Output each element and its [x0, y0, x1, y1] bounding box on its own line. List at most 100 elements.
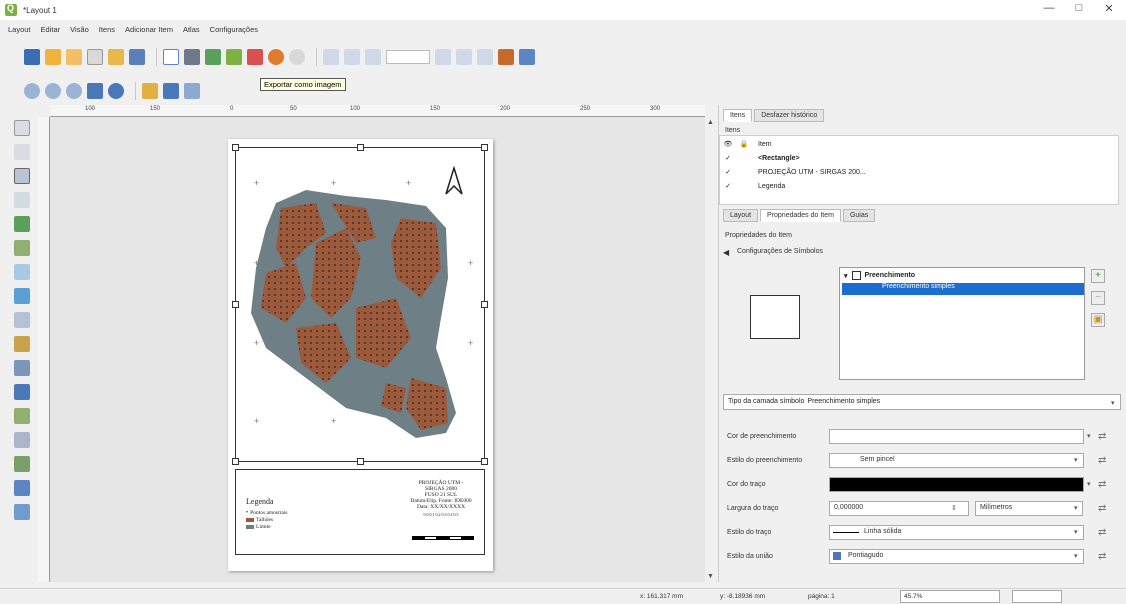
- stroke-color-button[interactable]: [829, 476, 1084, 492]
- add-map-icon[interactable]: [14, 240, 30, 256]
- scroll-down-icon[interactable]: ▼: [707, 573, 714, 580]
- add-node-item-icon[interactable]: [14, 432, 30, 448]
- stroke-unit-select[interactable]: Milímetros: [975, 500, 1083, 516]
- visibility-checkbox[interactable]: ✓: [720, 168, 736, 176]
- selection-handle[interactable]: [232, 144, 239, 151]
- chevron-down-icon[interactable]: ▾: [1074, 456, 1078, 464]
- zoom-out-icon[interactable]: [45, 83, 61, 99]
- add-layer-icon[interactable]: +: [1091, 269, 1105, 283]
- save-icon[interactable]: [24, 49, 40, 65]
- duplicate-layout-icon[interactable]: [66, 49, 82, 65]
- tab-propriedades-do-item[interactable]: Propriedades do Item: [760, 209, 841, 222]
- data-defined-override-icon[interactable]: ⇄: [1098, 455, 1106, 466]
- raise-items-icon[interactable]: [142, 83, 158, 99]
- map-item[interactable]: + + + + + + + + +: [232, 144, 488, 465]
- select-move-icon[interactable]: [14, 168, 30, 184]
- zoom-full-icon[interactable]: [87, 83, 103, 99]
- lower-items-icon[interactable]: [163, 83, 179, 99]
- new-layout-icon[interactable]: [45, 49, 61, 65]
- data-defined-override-icon[interactable]: ⇄: [1098, 431, 1106, 442]
- align-items-icon[interactable]: [184, 83, 200, 99]
- fill-color-button[interactable]: [829, 428, 1084, 444]
- chevron-down-icon[interactable]: ▾: [1074, 552, 1078, 560]
- previous-feature-icon[interactable]: [365, 49, 381, 65]
- chevron-down-icon[interactable]: ▾: [1087, 480, 1091, 488]
- zoom-in-icon[interactable]: [24, 83, 40, 99]
- legend-item[interactable]: Legenda • Pontos amostrais Talhões Limit…: [235, 469, 485, 555]
- add-fixed-table-icon[interactable]: [14, 504, 30, 520]
- add-attribute-table-icon[interactable]: [14, 480, 30, 496]
- selection-handle[interactable]: [232, 458, 239, 465]
- atlas-preview-icon[interactable]: [323, 49, 339, 65]
- export-atlas-icon[interactable]: [498, 49, 514, 65]
- menu-configuracoes[interactable]: Configurações: [210, 25, 258, 34]
- add-html-icon[interactable]: [14, 312, 30, 328]
- menu-atlas[interactable]: Atlas: [183, 25, 200, 34]
- add-legend-icon[interactable]: [14, 336, 30, 352]
- edit-nodes-icon[interactable]: [14, 216, 30, 232]
- chevron-down-icon[interactable]: ▾: [1087, 432, 1091, 440]
- fill-style-select[interactable]: Sem pincel: [829, 452, 1084, 468]
- export-svg-icon[interactable]: [226, 49, 242, 65]
- last-feature-icon[interactable]: [456, 49, 472, 65]
- data-defined-override-icon[interactable]: ⇄: [1098, 551, 1106, 562]
- minimize-button[interactable]: —: [1034, 2, 1064, 14]
- symbol-layer-tree[interactable]: ▾ Preenchimento Preenchimento simples: [839, 267, 1085, 380]
- list-item[interactable]: ✓ PROJEÇÃO UTM - SIRGAS 200...: [720, 166, 1118, 178]
- lock-layer-icon[interactable]: ▣: [1091, 313, 1105, 327]
- projection-text[interactable]: PROJEÇÃO UTM - SIRGAS 2000 FUSO 21 SUL D…: [406, 480, 476, 518]
- selection-handle[interactable]: [481, 301, 488, 308]
- spin-arrows-icon[interactable]: ⇕: [951, 504, 957, 512]
- data-defined-override-icon[interactable]: ⇄: [1098, 527, 1106, 538]
- scroll-up-icon[interactable]: ▲: [707, 119, 714, 126]
- list-item[interactable]: ✓ <Rectangle>: [720, 152, 1118, 164]
- print-atlas-icon[interactable]: [477, 49, 493, 65]
- chevron-down-icon[interactable]: ▾: [1111, 399, 1115, 407]
- menu-editar[interactable]: Editar: [41, 25, 61, 34]
- next-feature-icon[interactable]: [435, 49, 451, 65]
- zoom-slider[interactable]: [1012, 590, 1062, 603]
- collapse-icon[interactable]: ▾: [844, 272, 848, 280]
- layout-manager-icon[interactable]: [87, 49, 103, 65]
- data-defined-override-icon[interactable]: ⇄: [1098, 479, 1106, 490]
- selection-handle[interactable]: [481, 144, 488, 151]
- tab-itens[interactable]: Itens: [723, 109, 753, 122]
- selection-handle[interactable]: [357, 144, 364, 151]
- close-button[interactable]: ✕: [1094, 2, 1124, 15]
- tree-child-selected[interactable]: Preenchimento simples: [842, 283, 1084, 295]
- chevron-down-icon[interactable]: ▾: [1074, 528, 1078, 536]
- add-label-icon[interactable]: [14, 384, 30, 400]
- atlas-feature-select[interactable]: [386, 50, 430, 64]
- add-arrow-icon[interactable]: [14, 456, 30, 472]
- symbol-layer-type-select[interactable]: Tipo da camada símbolo Preenchimento sim…: [723, 394, 1121, 410]
- menu-adicionar-item[interactable]: Adicionar Item: [125, 25, 173, 34]
- list-item[interactable]: ✓ Legenda: [720, 180, 1118, 192]
- add-shape-icon[interactable]: [14, 408, 30, 424]
- tab-layout[interactable]: Layout: [723, 209, 759, 222]
- first-feature-icon[interactable]: [344, 49, 360, 65]
- export-image-icon[interactable]: [205, 49, 221, 65]
- atlas-settings-icon[interactable]: [519, 49, 535, 65]
- join-style-select[interactable]: Pontiagudo: [829, 548, 1084, 564]
- menu-visao[interactable]: Visão: [70, 25, 89, 34]
- zoom-combobox[interactable]: 45.7%: [900, 590, 1000, 603]
- menu-itens[interactable]: Itens: [99, 25, 115, 34]
- add-scalebar-icon[interactable]: [14, 360, 30, 376]
- visibility-checkbox[interactable]: ✓: [720, 182, 736, 190]
- tree-parent[interactable]: ▾ Preenchimento: [844, 271, 915, 280]
- export-pdf-icon[interactable]: [247, 49, 263, 65]
- add-3d-map-icon[interactable]: [14, 264, 30, 280]
- page-setup-icon[interactable]: [163, 49, 179, 65]
- layout-page[interactable]: + + + + + + + + + Legenda • Pontos amost…: [228, 139, 493, 571]
- scalebar-item[interactable]: [412, 536, 474, 540]
- canvas-scrollbar[interactable]: ▲ ▼: [705, 117, 715, 582]
- save-template-icon[interactable]: [129, 49, 145, 65]
- stroke-style-select[interactable]: Linha sólida: [829, 524, 1084, 540]
- layout-canvas[interactable]: + + + + + + + + + Legenda • Pontos amost…: [50, 117, 705, 582]
- visibility-checkbox[interactable]: ✓: [720, 154, 736, 162]
- refresh-icon[interactable]: [108, 83, 124, 99]
- add-picture-icon[interactable]: [14, 288, 30, 304]
- remove-layer-icon[interactable]: −: [1091, 291, 1105, 305]
- chevron-down-icon[interactable]: ▾: [1074, 504, 1078, 512]
- tab-guias[interactable]: Guias: [842, 209, 876, 222]
